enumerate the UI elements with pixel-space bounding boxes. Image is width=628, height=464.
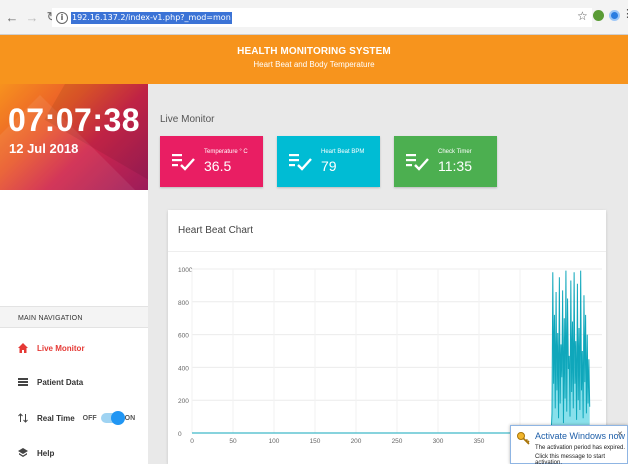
realtime-toggle[interactable]: OFF ON	[82, 411, 136, 425]
x-tick-label: 100	[269, 438, 280, 445]
card-value: 36.5	[204, 158, 232, 174]
x-tick-label: 50	[229, 438, 237, 445]
y-tick-label: 200	[178, 398, 189, 405]
toggle-knob	[110, 411, 125, 425]
card-label: Heart Beat BPM	[321, 149, 365, 155]
toast-line-1: The activation period has expired.	[535, 445, 626, 451]
sidebar-item-help[interactable]: Help	[0, 438, 148, 464]
y-tick-label: 400	[178, 365, 189, 372]
bookmark-star-icon[interactable]: ☆	[577, 9, 588, 23]
toast-line-2: Click this message to start activation.	[535, 454, 606, 464]
x-tick-label: 250	[392, 438, 403, 445]
help-icon	[17, 447, 29, 459]
screen: ← → ↻ i 192.16.137.2/index-v1.php?_mod=m…	[0, 0, 628, 464]
checklist-icon	[406, 153, 429, 171]
checklist-icon	[289, 153, 312, 171]
heart-beat-card: Heart Beat BPM 79	[277, 136, 380, 187]
card-value: 11:35	[438, 158, 472, 174]
x-tick-label: 300	[433, 438, 444, 445]
sidebar-item-label: Help	[37, 448, 55, 458]
toggle-off-label: OFF	[82, 414, 97, 422]
extension-icon[interactable]	[609, 10, 620, 21]
series-area	[192, 270, 590, 433]
page-title: Live Monitor	[160, 114, 215, 125]
activate-windows-notification[interactable]: Activate Windows now The activation peri…	[510, 425, 628, 464]
list-icon	[17, 376, 29, 388]
card-value: 79	[321, 158, 337, 174]
back-arrow-icon[interactable]: ←	[4, 9, 20, 25]
info-icon[interactable]: i	[56, 11, 68, 24]
browser-menu-icon[interactable]: ⋮	[622, 9, 628, 20]
nav-section-title: MAIN NAVIGATION	[0, 306, 148, 328]
y-tick-label: 1000	[178, 267, 193, 274]
x-tick-label: 150	[310, 438, 321, 445]
toggle-on-label: ON	[124, 414, 136, 422]
temperature-card: Temperature ° C 36.5	[160, 136, 263, 187]
browser-toolbar: ← → ↻ i 192.16.137.2/index-v1.php?_mod=m…	[0, 0, 628, 35]
sidebar-item-label: Live Monitor	[37, 343, 85, 353]
y-tick-label: 600	[178, 333, 189, 340]
swap-vertical-icon	[17, 412, 29, 424]
app-title: HEALTH MONITORING SYSTEM	[237, 46, 391, 57]
clock-date: 12 Jul 2018	[9, 141, 79, 156]
clock-time: 07:07:38	[8, 102, 141, 138]
sidebar-item-label: Patient Data	[37, 377, 84, 387]
sidebar-item-live-monitor[interactable]: Live Monitor	[0, 333, 148, 363]
home-icon	[17, 342, 29, 354]
close-icon[interactable]: ✕	[617, 430, 623, 438]
sidebar-item-real-time[interactable]: Real Time OFF ON	[0, 403, 148, 433]
toggle-switch[interactable]	[100, 411, 125, 425]
series-line	[192, 270, 591, 434]
app-header: HEALTH MONITORING SYSTEM Heart Beat and …	[0, 35, 628, 84]
forward-arrow-icon[interactable]: →	[24, 9, 40, 25]
clock-panel: 07:07:38 12 Jul 2018	[0, 84, 148, 190]
toast-title: Activate Windows now	[535, 431, 626, 441]
card-label: Check Timer	[438, 149, 472, 155]
sidebar: 07:07:38 12 Jul 2018 MAIN NAVIGATION Liv…	[0, 84, 148, 464]
url-text[interactable]: 192.16.137.2/index-v1.php?_mod=mon	[71, 11, 232, 24]
check-timer-card: Check Timer 11:35	[394, 136, 497, 187]
key-icon	[517, 432, 530, 445]
x-tick-label: 350	[474, 438, 485, 445]
x-tick-label: 200	[351, 438, 362, 445]
checklist-icon	[172, 153, 195, 171]
address-bar[interactable]: i 192.16.137.2/index-v1.php?_mod=mon	[52, 8, 592, 27]
app-subtitle: Heart Beat and Body Temperature	[253, 60, 375, 69]
extension-icon[interactable]	[593, 10, 604, 21]
sidebar-item-patient-data[interactable]: Patient Data	[0, 367, 148, 397]
card-label: Temperature ° C	[204, 149, 248, 155]
sidebar-item-label: Real Time	[37, 413, 75, 423]
y-tick-label: 800	[178, 300, 189, 307]
y-tick-label: 0	[178, 431, 182, 438]
x-tick-label: 0	[190, 438, 194, 445]
